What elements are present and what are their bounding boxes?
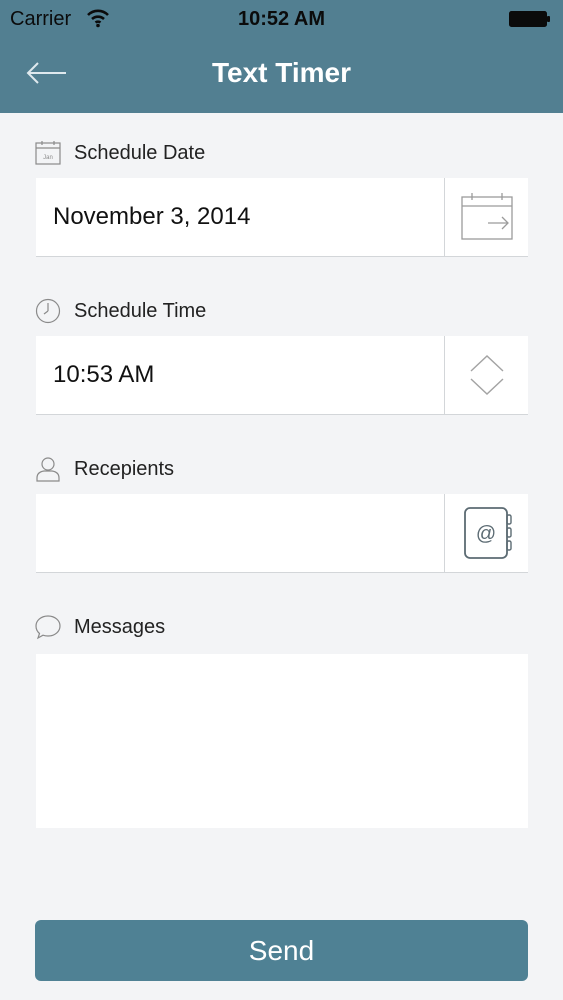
svg-text:Jan: Jan [43,155,53,161]
status-bar: Carrier 10:52 AM [0,0,563,38]
page-title: Text Timer [211,57,351,88]
person-icon [34,455,62,483]
svg-text:@: @ [475,523,495,545]
address-book-icon: @ [463,507,512,559]
send-button[interactable]: Send [35,920,528,981]
chevron-down-icon[interactable] [467,375,507,399]
recipients-header: Recepients [34,454,174,484]
schedule-date-field[interactable]: November 3, 2014 [36,178,528,257]
schedule-time-field[interactable]: 10:53 AM [36,336,528,415]
recipients-label: Recepients [74,457,175,480]
schedule-time-value[interactable]: 10:53 AM [53,336,154,414]
schedule-date-label: Schedule Date [74,141,206,164]
calendar-picker-icon [460,193,513,240]
schedule-date-header: Jan Schedule Date [34,138,205,168]
schedule-time-label: Schedule Time [74,299,207,322]
chevron-up-icon[interactable] [467,351,507,375]
schedule-date-value[interactable]: November 3, 2014 [53,178,250,256]
clock-icon [34,297,62,325]
speech-bubble-icon [34,613,62,641]
messages-label: Messages [74,615,166,638]
recipients-field[interactable]: @ [36,494,528,573]
messages-header: Messages [34,612,165,642]
calendar-icon: Jan [34,139,62,167]
date-picker-button[interactable] [444,178,528,256]
schedule-time-header: Schedule Time [34,296,206,326]
battery-icon [509,11,550,27]
messages-textarea[interactable] [36,654,528,828]
nav-bar: Text Timer [0,38,563,113]
status-time: 10:52 AM [237,8,326,30]
contacts-button[interactable]: @ [444,494,528,572]
time-stepper[interactable] [444,336,528,414]
